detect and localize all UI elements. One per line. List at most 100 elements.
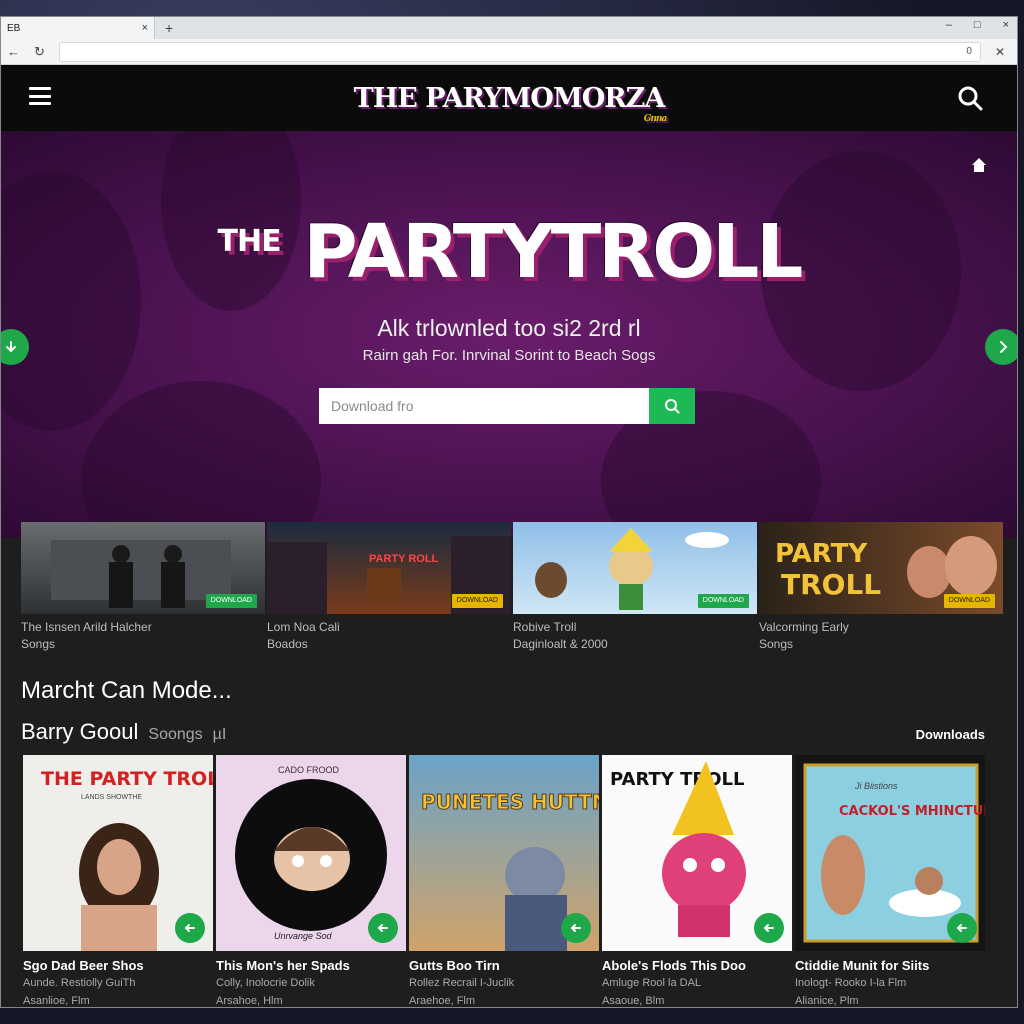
featured-caption: Valcorming Early Songs xyxy=(759,619,1003,653)
featured-item[interactable]: PARTY TROLL DOWNLOAD Valcorming Early So… xyxy=(759,522,1003,653)
hero-title: THE PARTYTROLL xyxy=(1,209,1017,295)
album-card[interactable]: Ji Biistions CACKOL'S MHINCTUN Ctiddie M… xyxy=(795,755,985,1007)
album-cover[interactable]: Ji Biistions CACKOL'S MHINCTUN xyxy=(795,755,985,951)
album-genre: Asanlioe, Flm xyxy=(23,995,90,1007)
album-card[interactable]: CADO FROOD Unrvange Sod This Mon's her S… xyxy=(216,755,406,1007)
download-badge[interactable]: DOWNLOAD xyxy=(943,594,995,608)
hero-search-bar xyxy=(319,388,695,424)
address-indicator: 0 xyxy=(966,46,972,57)
browser-tab-bar: EB × + – □ × xyxy=(1,17,1017,39)
cover-title: THE PARTY TROLL xyxy=(41,768,213,790)
arrow-down-icon xyxy=(6,341,16,353)
featured-subtitle: Boados xyxy=(267,637,308,651)
back-icon[interactable]: ← xyxy=(7,44,20,59)
album-card[interactable]: THE PARTY TROLL LANDS SHOWTHE Sgo Dad Be… xyxy=(23,755,213,1007)
address-bar[interactable]: 0 xyxy=(58,41,981,62)
download-badge[interactable]: DOWNLOAD xyxy=(205,594,257,608)
maximize-icon[interactable]: □ xyxy=(974,19,981,31)
hero-description: Rairn gah For. Inrvinal Sorint to Beach … xyxy=(362,347,656,364)
tab-close-icon[interactable]: × xyxy=(142,22,148,34)
featured-caption: Robive Troll Daginloalt & 2000 xyxy=(513,619,757,653)
album-card[interactable]: PUNETES HUTTMES Gutts Boo Tirn Rollez Re… xyxy=(409,755,599,1007)
section-heading-secondary: Barry Gooul Soongs µI xyxy=(21,719,226,745)
album-cover[interactable]: PUNETES HUTTMES xyxy=(409,755,599,951)
svg-text:PARTY ROLL: PARTY ROLL xyxy=(369,553,439,565)
album-artist: Inologt- Rooko I-la Flm xyxy=(795,977,907,989)
cover-subtitle: Unrvange Sod xyxy=(274,931,333,941)
featured-thumbnail[interactable]: PARTY TROLL DOWNLOAD xyxy=(759,522,1003,614)
arrow-left-icon xyxy=(570,924,581,932)
tab-title: EB xyxy=(7,22,21,34)
section-title: Barry Gooul xyxy=(21,719,139,744)
album-title[interactable]: Sgo Dad Beer Shos xyxy=(23,958,213,973)
arrow-left-icon xyxy=(377,924,388,932)
download-button[interactable] xyxy=(175,913,205,943)
album-artist: Rollez Recrail I-Juclik xyxy=(409,977,515,989)
svg-text:TROLL: TROLL xyxy=(781,568,881,601)
album-title[interactable]: Gutts Boo Tirn xyxy=(409,958,599,973)
new-tab-icon[interactable]: + xyxy=(165,20,173,36)
album-cover[interactable]: CADO FROOD Unrvange Sod xyxy=(216,755,406,951)
arrow-left-icon xyxy=(956,924,967,932)
download-button[interactable] xyxy=(368,913,398,943)
album-artist: Aunde. Restiolly GuiTh xyxy=(23,977,136,989)
featured-subtitle: Songs xyxy=(759,637,794,651)
featured-subtitle: Songs xyxy=(21,637,56,651)
cover-title: PUNETES HUTTMES xyxy=(421,790,599,814)
site-header: THE PARYMOMORZA Gnna xyxy=(1,65,1017,131)
album-title[interactable]: Ctiddie Munit for Siits xyxy=(795,958,985,973)
search-icon xyxy=(665,399,680,414)
arrow-left-icon xyxy=(763,924,774,932)
arrow-left-icon xyxy=(184,924,195,932)
featured-title: Valcorming Early xyxy=(759,620,849,634)
featured-thumbnail[interactable]: DOWNLOAD xyxy=(21,522,265,614)
featured-thumbnail[interactable]: PARTY ROLL DOWNLOAD xyxy=(267,522,511,614)
featured-thumbnail[interactable]: DOWNLOAD xyxy=(513,522,757,614)
site-logo-text: THE PARYMOMORZA xyxy=(353,82,666,114)
album-cover[interactable]: PARTY TROLL xyxy=(602,755,792,951)
cover-title: CADO FROOD xyxy=(278,765,340,775)
album-title[interactable]: This Mon's her Spads xyxy=(216,958,406,973)
search-button[interactable] xyxy=(649,388,695,424)
downloads-link[interactable]: Downloads xyxy=(916,727,985,742)
download-search-input[interactable] xyxy=(319,388,649,424)
download-badge[interactable]: DOWNLOAD xyxy=(697,594,749,608)
site-logo-sub: Gnna xyxy=(643,113,668,124)
home-icon[interactable] xyxy=(971,157,987,173)
download-badge[interactable]: DOWNLOAD xyxy=(451,594,503,608)
hero-subtitle: Alk trlownled too si2 2rd rl xyxy=(377,315,641,341)
cover-title: CACKOL'S MHINCTUN xyxy=(839,804,985,819)
reload-icon[interactable]: ↻ xyxy=(34,44,45,60)
featured-item[interactable]: DOWNLOAD Robive Troll Daginloalt & 2000 xyxy=(513,522,757,653)
album-title[interactable]: Abole's Flods This Doo xyxy=(602,958,792,973)
hero-banner: THE PARTYTROLL Alk trlownled too si2 2rd… xyxy=(1,131,1017,538)
featured-title: Robive Troll xyxy=(513,620,577,634)
browser-toolbar: ← ↻ 0 ✕ xyxy=(1,39,1017,65)
album-artist: Colly, Inolocrie Dolik xyxy=(216,977,315,989)
browser-menu-icon[interactable]: ✕ xyxy=(995,45,1005,59)
site-logo[interactable]: THE PARYMOMORZA Gnna xyxy=(353,82,668,124)
carousel-next-button[interactable] xyxy=(985,329,1017,365)
featured-strip: DOWNLOAD The Isnsen Arild Halcher Songs … xyxy=(21,522,1003,653)
download-button[interactable] xyxy=(754,913,784,943)
featured-item[interactable]: PARTY ROLL DOWNLOAD Lom Noa Cali Boados xyxy=(267,522,511,653)
chevron-right-icon xyxy=(1000,341,1008,353)
album-genre: Arsahoe, Hlm xyxy=(216,995,283,1007)
album-cover[interactable]: THE PARTY TROLL LANDS SHOWTHE xyxy=(23,755,213,951)
download-button[interactable] xyxy=(947,913,977,943)
album-card[interactable]: PARTY TROLL Abole's Flods This Doo Amlug… xyxy=(602,755,792,1007)
search-icon[interactable] xyxy=(957,85,983,111)
window-controls: – □ × xyxy=(946,19,1009,31)
menu-icon[interactable] xyxy=(29,87,51,105)
close-window-icon[interactable]: × xyxy=(1003,19,1009,31)
browser-window: EB × + – □ × ← ↻ 0 ✕ THE PARYMOMORZA Gnn… xyxy=(0,16,1018,1008)
featured-title: The Isnsen Arild Halcher xyxy=(21,620,152,634)
featured-item[interactable]: DOWNLOAD The Isnsen Arild Halcher Songs xyxy=(21,522,265,653)
section-extra-icon: µI xyxy=(212,726,227,743)
hero-title-big: PARTYTROLL xyxy=(303,209,803,295)
featured-caption: Lom Noa Cali Boados xyxy=(267,619,511,653)
album-genre: Alianice, Plm xyxy=(795,995,859,1007)
download-button[interactable] xyxy=(561,913,591,943)
browser-tab[interactable]: EB × xyxy=(1,17,155,39)
minimize-icon[interactable]: – xyxy=(946,19,952,31)
